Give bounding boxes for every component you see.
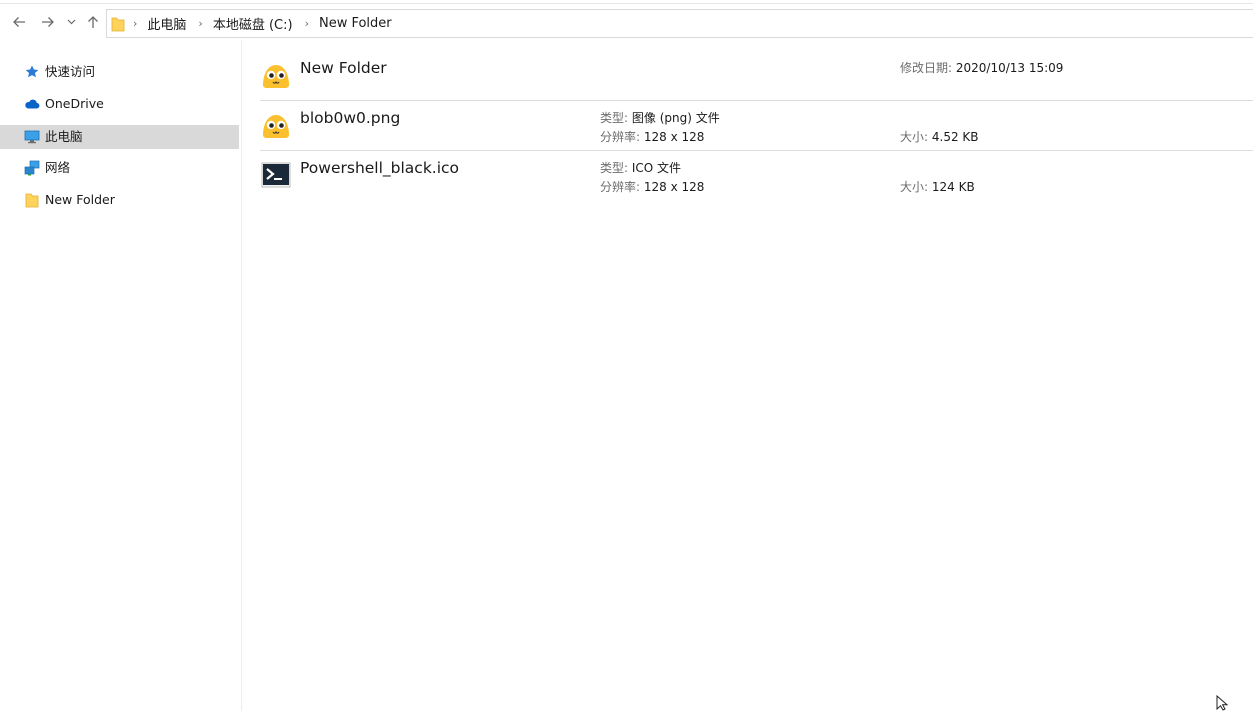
file-row-blob0w0[interactable]: blob0w0.png 类型: 图像 (png) 文件 分辨率: 128 x 1… <box>260 101 1253 151</box>
file-size-label: 大小: <box>900 130 929 144</box>
file-type-label: 类型: <box>600 161 629 175</box>
chevron-down-icon <box>67 19 75 25</box>
breadcrumb-separator-icon[interactable]: › <box>198 17 202 30</box>
forward-button[interactable] <box>37 8 59 36</box>
modified-date-label: 修改日期: <box>900 61 953 75</box>
breadcrumb-new-folder[interactable]: New Folder <box>319 16 392 31</box>
sidebar-item-new-folder[interactable]: New Folder <box>0 188 239 212</box>
file-size-value: 124 KB <box>931 180 975 194</box>
file-type-value: 图像 (png) 文件 <box>631 111 720 125</box>
address-bar[interactable]: › 此电脑 › 本地磁盘 (C:) › New Folder <box>106 9 1253 38</box>
up-button[interactable] <box>82 8 104 36</box>
star-pin-icon <box>25 65 39 78</box>
resolution-value: 128 x 128 <box>643 130 705 144</box>
file-list: New Folder 修改日期: 2020/10/13 15:09 blob0w… <box>243 40 1253 711</box>
file-type: 类型: ICO 文件 <box>600 160 681 176</box>
resolution-label: 分辨率: <box>600 180 641 194</box>
file-name: New Folder <box>300 59 387 77</box>
sidebar-item-quick-access[interactable]: 快速访问 <box>0 60 239 84</box>
sidebar-item-onedrive[interactable]: OneDrive <box>0 92 239 116</box>
sidebar-item-label: 此电脑 <box>45 129 83 144</box>
network-icon <box>24 160 40 176</box>
arrow-up-icon <box>88 16 98 28</box>
file-name: blob0w0.png <box>300 109 401 127</box>
file-row-powershell-black[interactable]: Powershell_black.ico 类型: ICO 文件 分辨率: 128… <box>260 151 1253 201</box>
navigation-pane: 快速访问 OneDrive 此电脑 网络 New Folder <box>0 40 242 711</box>
navigation-bar: › 此电脑 › 本地磁盘 (C:) › New Folder <box>0 4 1253 40</box>
file-type-value: ICO 文件 <box>631 161 682 175</box>
arrow-left-icon <box>13 17 25 27</box>
sidebar-item-label: OneDrive <box>45 96 104 111</box>
modified-date: 修改日期: 2020/10/13 15:09 <box>900 60 1063 76</box>
computer-icon <box>24 130 40 144</box>
sidebar-item-label: 网络 <box>45 160 71 175</box>
breadcrumb-separator-icon[interactable]: › <box>305 17 309 30</box>
blob-face-icon <box>263 65 289 88</box>
modified-date-value: 2020/10/13 15:09 <box>955 61 1064 75</box>
resolution: 分辨率: 128 x 128 <box>600 179 704 195</box>
file-name: Powershell_black.ico <box>300 159 460 177</box>
breadcrumb-this-pc[interactable]: 此电脑 <box>147 14 186 33</box>
folder-icon <box>111 17 125 31</box>
back-button[interactable] <box>8 8 30 36</box>
file-size: 大小: 124 KB <box>900 179 975 195</box>
file-size-value: 4.52 KB <box>931 130 979 144</box>
blob-face-icon <box>263 115 289 138</box>
sidebar-item-this-pc[interactable]: 此电脑 <box>0 125 239 149</box>
arrow-right-icon <box>42 17 54 27</box>
resolution: 分辨率: 128 x 128 <box>600 129 704 145</box>
powershell-icon <box>261 162 291 188</box>
mouse-cursor-icon <box>1216 695 1229 711</box>
resolution-value: 128 x 128 <box>643 180 705 194</box>
sidebar-item-label: New Folder <box>45 192 115 207</box>
cloud-icon <box>25 99 40 109</box>
sidebar-item-network[interactable]: 网络 <box>0 156 239 180</box>
file-row-new-folder[interactable]: New Folder 修改日期: 2020/10/13 15:09 <box>260 51 1253 101</box>
sidebar-item-label: 快速访问 <box>45 64 96 79</box>
breadcrumb-local-disk[interactable]: 本地磁盘 (C:) <box>213 14 293 33</box>
folder-icon <box>25 193 39 208</box>
file-type-label: 类型: <box>600 111 629 125</box>
file-type: 类型: 图像 (png) 文件 <box>600 110 720 126</box>
breadcrumb-separator-icon[interactable]: › <box>133 17 137 30</box>
file-size-label: 大小: <box>900 180 929 194</box>
resolution-label: 分辨率: <box>600 130 641 144</box>
recent-locations-button[interactable] <box>64 8 78 36</box>
file-size: 大小: 4.52 KB <box>900 129 979 145</box>
